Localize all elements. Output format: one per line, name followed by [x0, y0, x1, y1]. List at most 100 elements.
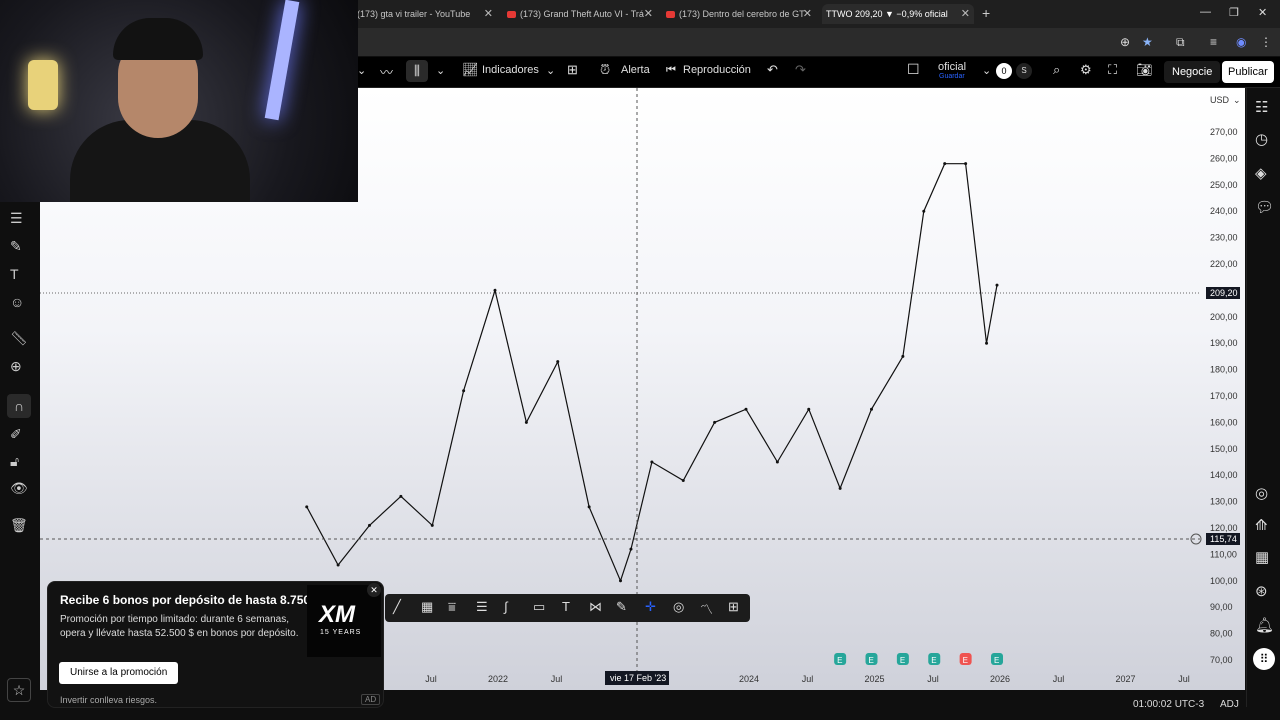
zoom-icon[interactable]: ⊕: [1120, 35, 1130, 49]
new-tab-button[interactable]: +: [982, 5, 990, 21]
brush-icon[interactable]: ✎: [10, 238, 22, 255]
fullscreen-icon[interactable]: ⛶: [1108, 62, 1117, 78]
tab-gta-vi-trailer[interactable]: (173) gta vi trailer - YouTube ✕: [357, 4, 497, 24]
eye-icon[interactable]: 👁︎: [10, 480, 28, 497]
zoom-in-icon[interactable]: ⊕: [10, 358, 22, 375]
youtube-icon: [666, 11, 675, 18]
settings-icon[interactable]: ⚙︎: [1080, 62, 1092, 78]
search-icon[interactable]: ⌕: [1053, 62, 1060, 78]
adj-label[interactable]: ADJ: [1220, 699, 1239, 710]
line-chart-icon[interactable]: 〰: [380, 62, 393, 81]
alerts-clock-icon[interactable]: ◷: [1255, 130, 1268, 148]
y-axis: 270,00260,00250,00240,00230,00220,00210,…: [1210, 127, 1238, 665]
chevron-down-icon[interactable]: ⌄: [546, 64, 555, 77]
tree-icon[interactable]: ⟰: [1255, 516, 1268, 534]
trendline-icon[interactable]: ╱: [393, 599, 401, 615]
ruler-icon[interactable]: 📏︎: [10, 330, 28, 347]
emoji-icon[interactable]: ☺: [10, 294, 24, 310]
price-point: [619, 579, 622, 583]
alert-button[interactable]: Alerta: [621, 64, 650, 76]
y-tick-label: 230,00: [1210, 233, 1238, 243]
text-icon[interactable]: T: [562, 599, 570, 614]
join-promo-button[interactable]: Unirse a la promoción: [59, 662, 179, 684]
replay-button[interactable]: Reproducción: [683, 64, 751, 76]
right-sidebar: ☷ ◷ ◈ 💬︎ ◎ ⟰ ▦ ⊛ 🔔︎ ⠿: [1246, 88, 1280, 707]
close-tab-icon[interactable]: ✕: [961, 4, 970, 24]
save-label[interactable]: Guardar: [939, 73, 965, 80]
publish-button[interactable]: Publicar: [1222, 61, 1274, 83]
fib-icon[interactable]: ☰: [476, 599, 488, 615]
lock-icon[interactable]: 🔓︎: [10, 453, 19, 470]
earnings-marker-label: E: [963, 656, 968, 665]
measure-icon[interactable]: ⊞: [728, 599, 739, 615]
currency-label[interactable]: USD: [1210, 95, 1230, 105]
favorites-star-icon[interactable]: ☆: [7, 678, 31, 702]
text-tool-icon[interactable]: T: [10, 266, 19, 282]
floating-drawing-toolbar: ╱ ▦ ⩸ ☰ ∫ ▭ T ⋈ ✎ ✛ ◎ 〽 ⊞: [385, 594, 750, 622]
rss-icon[interactable]: ⊛: [1255, 582, 1268, 600]
ad-badge: AD: [361, 694, 381, 705]
layers-icon[interactable]: ◈: [1255, 164, 1267, 182]
crosshair-price-label: 115,74: [1210, 534, 1237, 544]
fib-tools-icon[interactable]: ☰: [10, 210, 23, 227]
earnings-marker-label: E: [994, 656, 999, 665]
tab-grand-theft-auto-vi[interactable]: (173) Grand Theft Auto VI - Trá ✕: [507, 4, 657, 24]
close-tab-icon[interactable]: ✕: [644, 4, 653, 24]
y-tick-label: 110,00: [1210, 549, 1237, 559]
indicators-icon: 📈︎: [462, 62, 479, 77]
chevron-down-icon[interactable]: ⌄: [982, 64, 991, 77]
price-point: [744, 407, 748, 411]
forecast-icon[interactable]: 〽: [700, 599, 713, 618]
chevron-down-icon[interactable]: ⌄: [357, 64, 366, 77]
apps-grid-icon[interactable]: ⠿: [1253, 648, 1275, 670]
close-tab-icon[interactable]: ✕: [803, 4, 812, 24]
callout-icon[interactable]: ▭: [533, 599, 545, 615]
menu-icon[interactable]: ⋮: [1260, 35, 1272, 49]
minimize-icon[interactable]: —: [1200, 6, 1211, 18]
extensions-icon[interactable]: ⧉: [1176, 35, 1185, 50]
chevron-down-icon[interactable]: ⌄: [436, 64, 445, 77]
close-tab-icon[interactable]: ✕: [484, 4, 493, 24]
chat-icon[interactable]: 💬︎: [1255, 198, 1274, 216]
pattern-icon[interactable]: ⋈: [589, 599, 602, 615]
bookmark-star-icon[interactable]: ★: [1142, 35, 1153, 49]
restore-icon[interactable]: ❐: [1229, 6, 1239, 19]
price-point: [493, 288, 497, 292]
price-point: [807, 407, 811, 411]
trade-button[interactable]: Negocie: [1164, 61, 1221, 83]
layouts-grid-icon[interactable]: ⊞: [567, 62, 578, 78]
parallel-channel-icon[interactable]: ⩸: [448, 599, 456, 615]
chevron-down-icon[interactable]: ⌄: [1233, 95, 1241, 105]
s-badge[interactable]: S: [1016, 63, 1032, 79]
curve-icon[interactable]: ∫: [504, 599, 508, 614]
trash-icon[interactable]: 🗑︎: [10, 517, 28, 534]
camera-icon[interactable]: 📷︎: [1136, 62, 1153, 78]
magnet-icon[interactable]: ∩: [7, 394, 31, 418]
square-icon[interactable]: ☐: [907, 61, 920, 78]
close-ad-icon[interactable]: ✕: [367, 583, 381, 597]
indicators-button[interactable]: Indicadores: [482, 64, 539, 76]
brush-icon[interactable]: ✎: [616, 599, 627, 615]
target-icon[interactable]: ◎: [673, 599, 684, 615]
redo-icon[interactable]: ↷: [795, 62, 806, 78]
tab-ttwo-active[interactable]: TTWO 209,20 ▼ −0,9% oficial ✕: [822, 4, 974, 24]
profile-icon[interactable]: ◉: [1236, 35, 1246, 49]
layout-name[interactable]: oficial: [938, 61, 966, 73]
notification-count-badge[interactable]: 0: [996, 63, 1012, 79]
candles-chart-icon[interactable]: ⫼: [406, 60, 428, 82]
bell-icon[interactable]: 🔔︎: [1255, 616, 1274, 634]
lock-drawing-icon[interactable]: ✐: [10, 426, 22, 443]
crosshair-icon[interactable]: ✛: [645, 599, 656, 615]
y-tick-label: 80,00: [1210, 629, 1233, 639]
watchlist-icon[interactable]: ☷: [1255, 98, 1268, 116]
grid-icon[interactable]: ▦: [421, 599, 433, 615]
media-icon[interactable]: ≡: [1210, 35, 1217, 49]
target-icon[interactable]: ◎: [1255, 484, 1268, 502]
time-label[interactable]: 01:00:02 UTC-3: [1133, 699, 1204, 710]
price-point: [305, 505, 309, 509]
undo-icon[interactable]: ↶: [767, 62, 778, 78]
calendar-icon[interactable]: ▦: [1255, 548, 1269, 566]
tab-dentro-del-cerebro[interactable]: (173) Dentro del cerebro de GT ✕: [666, 4, 816, 24]
y-tick-label: 120,00: [1210, 523, 1238, 533]
close-window-icon[interactable]: ✕: [1258, 6, 1267, 19]
